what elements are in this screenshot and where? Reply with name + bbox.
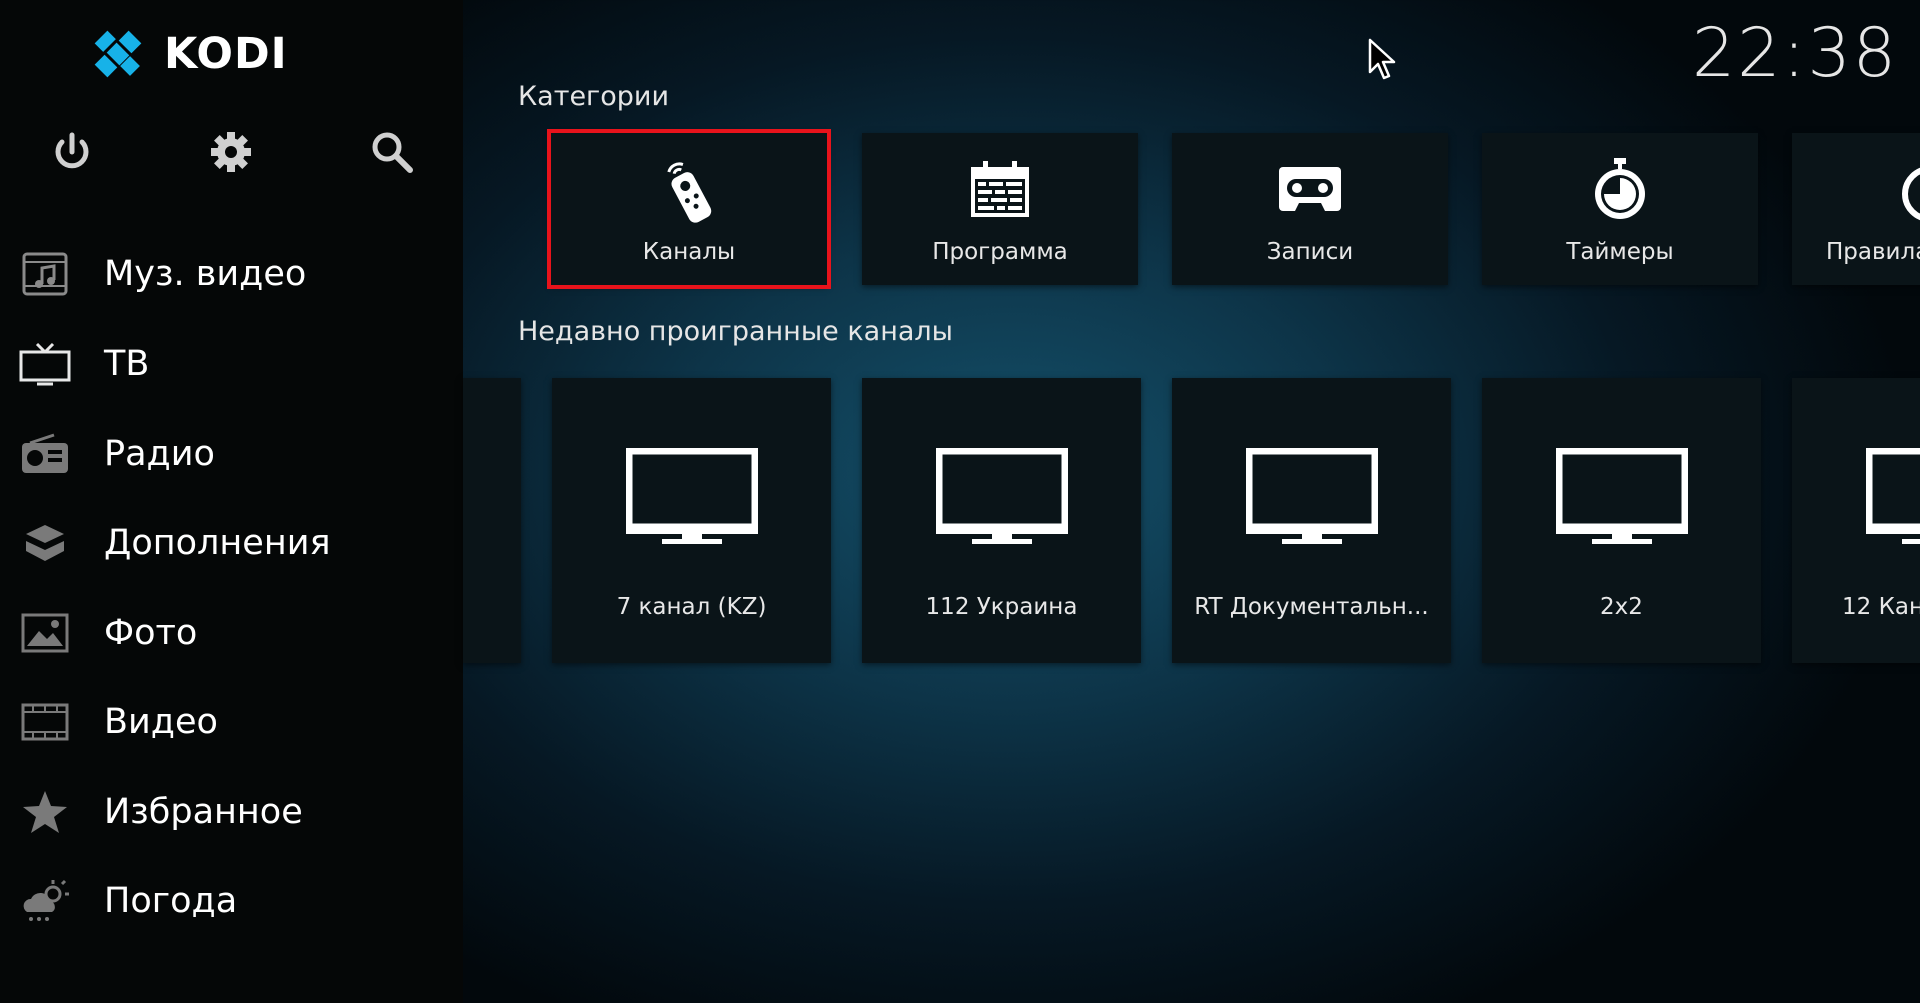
sidebar-item-label: Избранное <box>104 792 303 832</box>
category-label: Правила <box>1826 239 1920 265</box>
channel-label: 12 Канал <box>1842 594 1920 620</box>
remote-icon <box>659 153 719 225</box>
sidebar-item-weather[interactable]: Погода <box>0 861 463 941</box>
sidebar-item-label: Муз. видео <box>104 254 307 294</box>
app-name: KODI <box>164 29 288 79</box>
tv-icon <box>1245 447 1378 548</box>
sidebar-item-tv[interactable]: ТВ <box>0 324 463 404</box>
search-icon[interactable] <box>368 128 416 176</box>
category-rules[interactable]: Правила <box>1792 133 1920 285</box>
sidebar-item-label: Радио <box>104 434 215 474</box>
tv-icon <box>935 447 1068 548</box>
power-icon[interactable] <box>48 128 96 176</box>
sidebar-item-label: Видео <box>104 702 218 742</box>
channel-label: 7 канал (KZ) <box>616 594 767 620</box>
weather-icon <box>18 876 72 926</box>
stopwatch-icon <box>1590 153 1650 225</box>
sidebar-item-music-video[interactable]: Муз. видео <box>0 234 463 314</box>
star-icon <box>18 787 72 837</box>
category-channels[interactable]: Каналы <box>547 129 831 289</box>
sidebar-item-addons[interactable]: Дополнения <box>0 503 463 583</box>
channel-tile-partial[interactable] <box>463 378 521 663</box>
cassette-icon <box>1277 153 1343 225</box>
rules-icon <box>1792 153 1920 225</box>
channel-tile[interactable]: 2x2 <box>1482 378 1761 663</box>
sidebar-item-video[interactable]: Видео <box>0 682 463 762</box>
mouse-cursor-icon <box>1368 38 1398 86</box>
gear-icon[interactable] <box>207 128 255 176</box>
sidebar-item-favourites[interactable]: Избранное <box>0 772 463 852</box>
sidebar-item-photo[interactable]: Фото <box>0 593 463 673</box>
photo-icon <box>18 608 72 658</box>
kodi-logo-icon <box>94 30 142 78</box>
category-label: Таймеры <box>1566 239 1674 265</box>
channel-tile[interactable]: 112 Украина <box>862 378 1141 663</box>
category-label: Программа <box>932 239 1068 265</box>
radio-icon <box>18 429 72 479</box>
category-timers[interactable]: Таймеры <box>1482 133 1758 285</box>
category-recordings[interactable]: Записи <box>1172 133 1448 285</box>
channel-label: 112 Украина <box>925 594 1078 620</box>
categories-title: Категории <box>518 81 669 112</box>
sidebar-item-label: Дополнения <box>104 523 331 563</box>
video-icon <box>18 697 72 747</box>
sidebar: KODI Муз. видео ТВ Радио Дополнения Фото… <box>0 0 463 1003</box>
category-label: Каналы <box>642 239 736 265</box>
calendar-icon <box>969 153 1031 225</box>
channel-label: RT Документальн... <box>1194 594 1429 620</box>
kodi-logo[interactable]: KODI <box>90 26 288 82</box>
sidebar-item-label: ТВ <box>104 344 150 384</box>
clock: 22:38 <box>1692 14 1898 93</box>
channel-label: 2x2 <box>1600 594 1643 620</box>
channel-tile[interactable]: RT Документальн... <box>1172 378 1451 663</box>
tv-icon <box>1555 447 1688 548</box>
sidebar-item-radio[interactable]: Радио <box>0 414 463 494</box>
music-video-icon <box>18 249 72 299</box>
channel-tile[interactable]: 12 Канал <box>1792 378 1920 663</box>
recent-channels-title: Недавно проигранные каналы <box>518 316 953 347</box>
addons-icon <box>18 518 72 568</box>
channel-tile[interactable]: 7 канал (KZ) <box>552 378 831 663</box>
category-label: Записи <box>1266 239 1354 265</box>
category-guide[interactable]: Программа <box>862 133 1138 285</box>
tv-icon <box>625 447 758 548</box>
tv-icon <box>18 339 72 389</box>
sidebar-item-label: Фото <box>104 613 198 653</box>
tv-icon <box>1865 447 1920 548</box>
sidebar-item-label: Погода <box>104 881 238 921</box>
